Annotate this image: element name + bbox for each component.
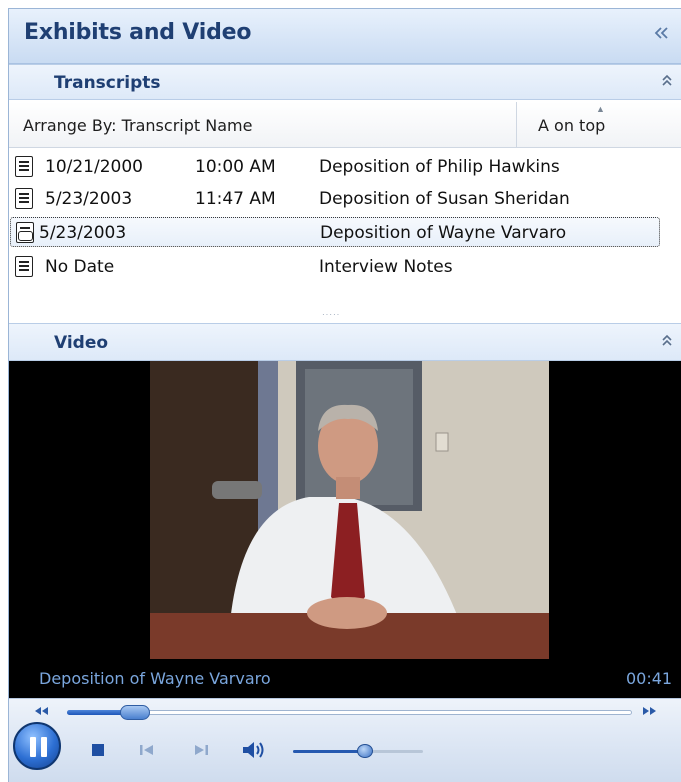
fast-forward-button[interactable]: [642, 705, 658, 720]
document-icon: [15, 188, 33, 209]
transcripts-header-label: Transcripts: [54, 73, 161, 93]
seek-thumb[interactable]: [120, 705, 150, 720]
next-button[interactable]: [193, 743, 209, 762]
transcript-date: No Date: [45, 257, 115, 277]
now-playing-title: Deposition of Wayne Varvaro: [39, 669, 271, 688]
video-section-header[interactable]: Video: [9, 323, 681, 361]
stop-button[interactable]: [91, 743, 105, 762]
transcript-name: Interview Notes: [319, 257, 453, 277]
arrange-by-label: Arrange By: Transcript Name: [23, 116, 253, 135]
stop-icon: [92, 744, 104, 756]
video-frame-image: [9, 361, 681, 698]
video-player-screen[interactable]: [9, 361, 681, 698]
speaker-icon: [243, 742, 264, 758]
transcript-date: 10/21/2000: [45, 157, 143, 177]
elapsed-time: 00:41: [626, 669, 673, 688]
transcript-list: 10/21/2000 10:00 AM Deposition of Philip…: [9, 149, 681, 322]
double-chevron-up-icon: [662, 74, 672, 86]
previous-icon: [140, 745, 153, 755]
next-icon: [195, 745, 208, 755]
document-icon: [15, 156, 33, 177]
transcript-row[interactable]: 5/23/2003 11:47 AM Deposition of Susan S…: [9, 185, 681, 213]
arrange-by-button[interactable]: Arrange By: Transcript Name: [9, 102, 517, 148]
fast-forward-icon: [643, 707, 656, 715]
arrange-by-bar: Arrange By: Transcript Name ▲ A on top: [9, 102, 681, 148]
video-document-icon: [16, 222, 34, 243]
double-chevron-up-icon: [662, 334, 672, 346]
player-controls: [9, 698, 681, 782]
mute-button[interactable]: [241, 739, 267, 766]
video-collapse-toggle[interactable]: [657, 332, 677, 352]
transcript-date: 5/23/2003: [39, 223, 127, 243]
transcripts-section-header[interactable]: Transcripts: [9, 64, 681, 100]
transcript-row-selected[interactable]: 5/23/2003 Deposition of Wayne Varvaro: [10, 217, 660, 247]
transcripts-collapse-toggle[interactable]: [657, 72, 677, 92]
transcript-name: Deposition of Wayne Varvaro: [320, 223, 567, 243]
volume-thumb[interactable]: [357, 744, 373, 758]
play-pause-button[interactable]: [13, 722, 61, 770]
document-icon: [15, 256, 33, 277]
sort-ascending-icon: ▲: [596, 104, 605, 114]
video-header-label: Video: [54, 333, 109, 353]
transcript-name: Deposition of Philip Hawkins: [319, 157, 560, 177]
sort-order-button[interactable]: ▲ A on top: [518, 102, 681, 148]
volume-fill: [293, 750, 365, 753]
panel-title: Exhibits and Video: [24, 20, 252, 45]
collapse-panel-button[interactable]: [650, 22, 674, 44]
splitter-grip[interactable]: ·····: [322, 311, 356, 319]
transcript-date: 5/23/2003: [45, 189, 133, 209]
transcript-time: 11:47 AM: [195, 189, 276, 209]
double-chevron-left-icon: [654, 27, 668, 39]
previous-button[interactable]: [139, 743, 155, 762]
rewind-button[interactable]: [33, 705, 49, 720]
transcript-time: 10:00 AM: [195, 157, 276, 177]
seek-track[interactable]: [67, 710, 632, 715]
video-caption-bar: Deposition of Wayne Varvaro 00:41: [9, 659, 681, 698]
transcript-row[interactable]: 10/21/2000 10:00 AM Deposition of Philip…: [9, 153, 681, 181]
sort-order-label: A on top: [538, 116, 606, 135]
transcript-row[interactable]: No Date Interview Notes: [9, 253, 681, 281]
transcript-name: Deposition of Susan Sheridan: [319, 189, 570, 209]
rewind-icon: [35, 707, 48, 715]
